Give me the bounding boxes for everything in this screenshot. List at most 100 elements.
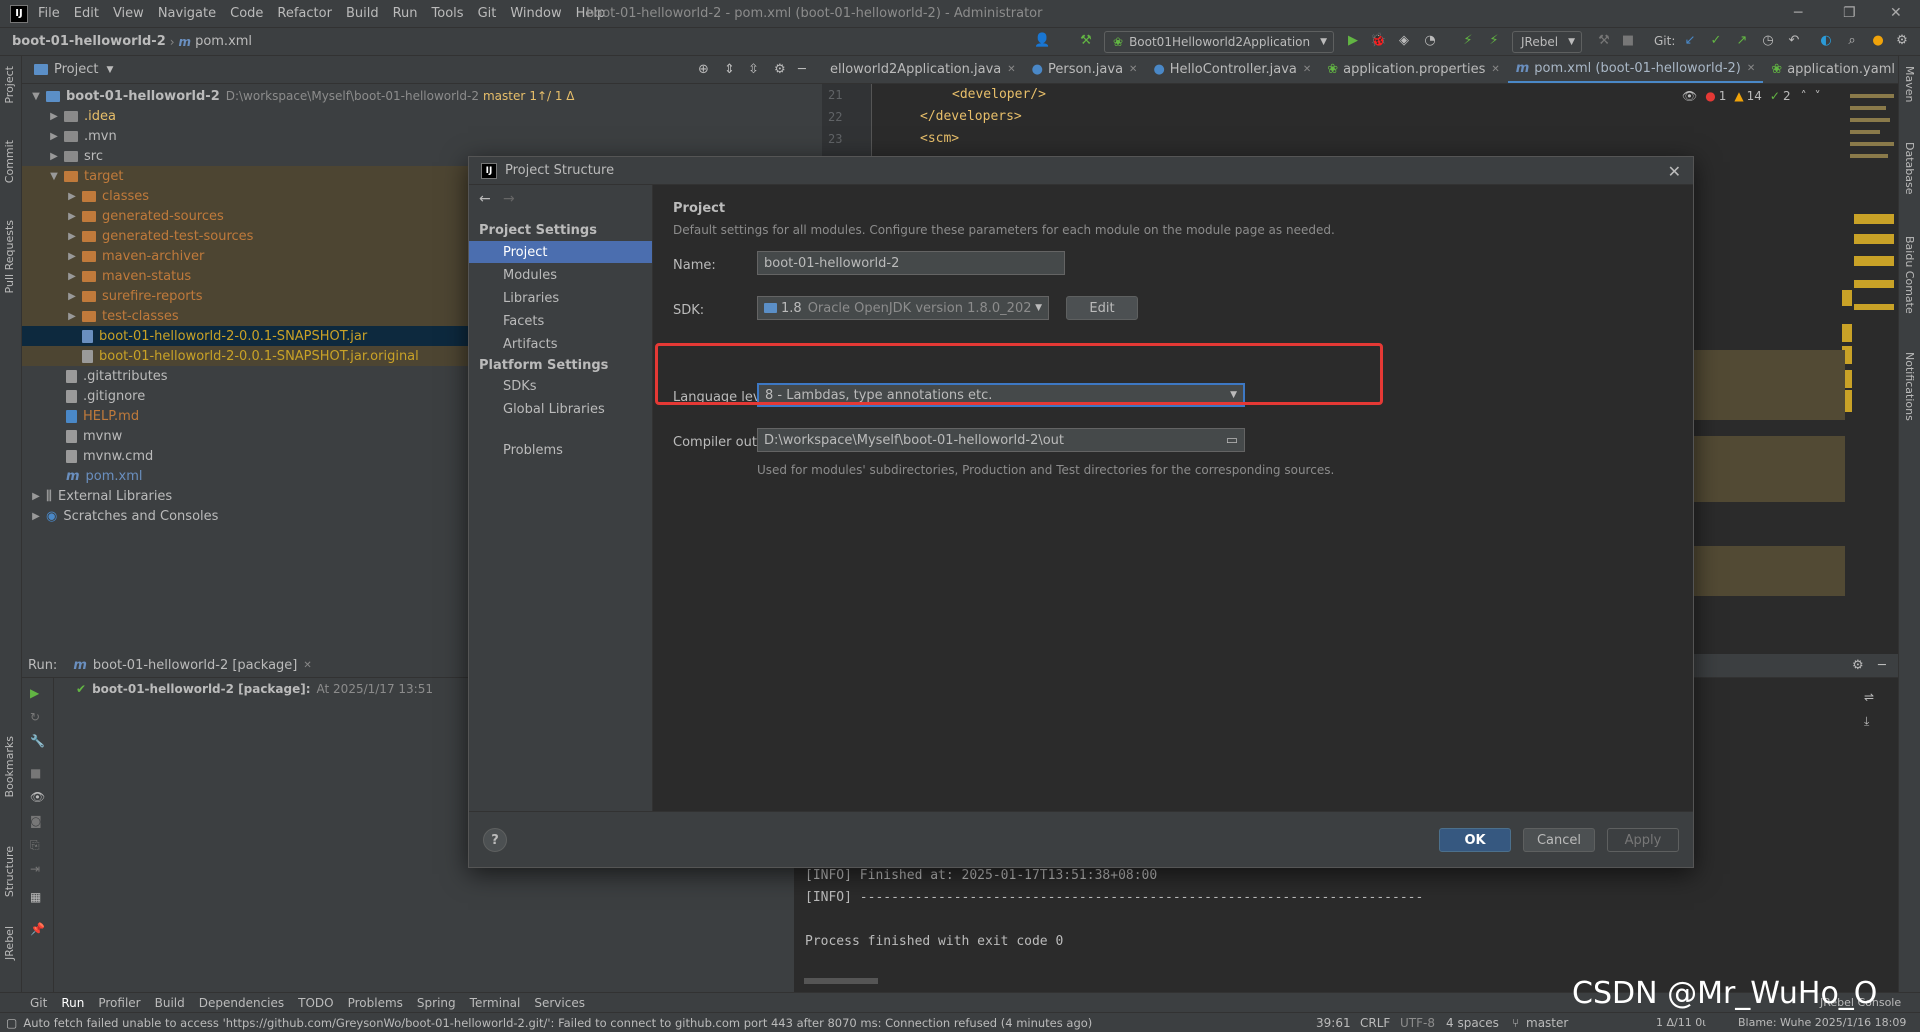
tree-root[interactable]: ▼ boot-01-helloworld-2 D:\workspace\Myse… [22, 86, 822, 106]
menu-edit[interactable]: Edit [74, 6, 99, 21]
tool-tab-jrebel[interactable]: JRebel [3, 926, 16, 960]
project-panel-title[interactable]: Project [54, 62, 98, 77]
hide-panel-icon[interactable]: ─ [798, 62, 806, 77]
tool-dependencies[interactable]: Dependencies [199, 996, 284, 1010]
ok-button[interactable]: OK [1439, 828, 1511, 852]
sdk-select[interactable]: 1.8 Oracle OpenJDK version 1.8.0_202 ▼ [757, 296, 1049, 320]
gear-icon[interactable]: ⚙ [1852, 658, 1864, 673]
restart-icon[interactable]: ↻ [30, 710, 40, 724]
previous-highlight-icon[interactable]: ˄ [1801, 89, 1807, 103]
run-tab[interactable]: boot-01-helloworld-2 [package] [93, 658, 298, 673]
code-line[interactable]: </developers> [920, 109, 1022, 124]
jrebel-debug-icon[interactable]: ⚡ [1486, 33, 1502, 49]
tool-tab-commit[interactable]: Commit [3, 140, 16, 183]
nav-item-libraries[interactable]: Libraries [469, 287, 652, 309]
editor-tab-person-java[interactable]: ● Person.java ✕ [1024, 56, 1146, 83]
menu-tools[interactable]: Tools [432, 6, 464, 21]
code-line[interactable]: <scm> [920, 131, 959, 146]
user-icon[interactable]: 👤 [1034, 33, 1050, 49]
menu-git[interactable]: Git [478, 6, 497, 21]
close-tab-icon[interactable]: ✕ [1007, 64, 1015, 75]
debug-icon[interactable]: 🐞 [1370, 33, 1386, 49]
close-tab-icon[interactable]: ✕ [1491, 64, 1499, 75]
editor-scroll-map[interactable] [1842, 84, 1898, 654]
compiler-output-input[interactable]: D:\workspace\Myself\boot-01-helloworld-2… [757, 428, 1245, 452]
editor-tab-application-java[interactable]: elloworld2Application.java ✕ [822, 56, 1024, 83]
tool-problems[interactable]: Problems [348, 996, 403, 1010]
caret-position[interactable]: 39:61 [1316, 1016, 1351, 1030]
exit-icon[interactable]: ⇥ [30, 862, 40, 876]
tool-spring[interactable]: Spring [417, 996, 456, 1010]
hammer-disabled-icon[interactable]: ⚒ [1596, 33, 1612, 49]
tool-tab-structure[interactable]: Structure [3, 846, 16, 897]
breadcrumb-project[interactable]: boot-01-helloworld-2 [12, 34, 166, 49]
scroll-to-end-icon[interactable]: ⤓ [1864, 714, 1869, 729]
stop-icon[interactable]: ■ [30, 766, 41, 780]
run-configuration-select[interactable]: ❀ Boot01Helloworld2Application ▼ [1104, 31, 1334, 53]
tool-tab-project[interactable]: Project [3, 66, 16, 104]
locate-icon[interactable]: ⊕ [698, 62, 709, 77]
git-update-icon[interactable]: ↙ [1682, 33, 1698, 49]
tool-todo[interactable]: TODO [298, 996, 333, 1010]
collapse-all-icon[interactable]: ⇳ [748, 62, 759, 77]
gear-icon[interactable]: ⚙ [774, 62, 786, 77]
close-tab-icon[interactable]: ✕ [1129, 64, 1137, 75]
comate-icon[interactable]: ◐ [1818, 33, 1834, 49]
git-commit-icon[interactable]: ✓ [1708, 33, 1724, 49]
dump-icon[interactable]: ⎘ [30, 838, 40, 853]
git-push-icon[interactable]: ↗ [1734, 33, 1750, 49]
git-branch[interactable]: master [1526, 1016, 1568, 1030]
tool-tab-database[interactable]: Database [1903, 142, 1916, 195]
soft-wrap-icon[interactable]: ⇌ [1864, 690, 1874, 704]
jrebel-run-icon[interactable]: ⚡ [1460, 33, 1476, 49]
status-message[interactable]: Auto fetch failed unable to access 'http… [23, 1016, 1092, 1030]
browse-folder-icon[interactable]: ▭ [1226, 433, 1238, 448]
jrebel-select[interactable]: JRebel ▼ [1512, 31, 1582, 53]
console-scrollbar[interactable] [804, 978, 878, 984]
code-line[interactable]: <developer/> [952, 87, 1046, 102]
menu-navigate[interactable]: Navigate [158, 6, 216, 21]
layout-icon[interactable]: ▦ [30, 890, 41, 904]
tree-item-mvn[interactable]: ▶ .mvn [22, 126, 822, 146]
camera-icon[interactable]: ◙ [30, 814, 42, 828]
inspection-widget[interactable]: 👁 ● 1 ▲ 14 ✓ 2 ˄ ˅ [1682, 89, 1821, 103]
run-icon[interactable]: ▶ [1345, 33, 1361, 49]
profile-icon[interactable]: ◔ [1422, 33, 1438, 49]
help-button[interactable]: ? [483, 828, 507, 852]
editor-tab-application-yaml[interactable]: ❀ application.yaml [1763, 56, 1898, 83]
close-tab-icon[interactable]: ✕ [1747, 63, 1755, 74]
editor-tab-hello-controller[interactable]: ● HelloController.java ✕ [1145, 56, 1319, 83]
nav-item-project[interactable]: Project [469, 241, 652, 263]
rerun-icon[interactable]: ▶ [30, 686, 39, 700]
apply-button[interactable]: Apply [1607, 828, 1679, 852]
tool-tab-maven[interactable]: Maven [1903, 66, 1916, 102]
close-tab-icon[interactable]: ✕ [1303, 64, 1311, 75]
minimize-icon[interactable]: ─ [1794, 5, 1802, 21]
nav-item-facets[interactable]: Facets [469, 310, 652, 332]
status-toggle-icon[interactable]: ▢ [6, 1016, 17, 1030]
menu-view[interactable]: View [113, 6, 144, 21]
editor-tab-pom-xml[interactable]: m pom.xml (boot-01-helloworld-2) ✕ [1507, 56, 1764, 83]
line-separator[interactable]: CRLF [1360, 1016, 1390, 1030]
expand-all-icon[interactable]: ⇕ [724, 62, 735, 77]
tool-services[interactable]: Services [534, 996, 585, 1010]
history-icon[interactable]: ◷ [1760, 33, 1776, 49]
nav-item-modules[interactable]: Modules [469, 264, 652, 286]
blame[interactable]: Blame: Wuhe 2025/1/16 18:09 [1738, 1016, 1906, 1029]
tool-tab-bookmarks[interactable]: Bookmarks [3, 736, 16, 797]
coverage-icon[interactable]: ◈ [1396, 33, 1412, 49]
sdk-edit-button[interactable]: Edit [1066, 296, 1138, 320]
menu-file[interactable]: File [38, 6, 60, 21]
close-window-icon[interactable]: ✕ [1890, 5, 1902, 21]
build-hammer-icon[interactable]: ⚒ [1078, 33, 1094, 49]
cancel-button[interactable]: Cancel [1523, 828, 1595, 852]
tree-item-idea[interactable]: ▶ .idea [22, 106, 822, 126]
update-icon[interactable]: ● [1870, 33, 1886, 49]
nav-item-problems[interactable]: Problems [469, 439, 652, 461]
hide-panel-icon[interactable]: ─ [1878, 658, 1886, 673]
menu-code[interactable]: Code [230, 6, 263, 21]
name-input[interactable]: boot-01-helloworld-2 [757, 251, 1065, 275]
settings-icon[interactable]: ⚙ [1894, 33, 1910, 49]
search-icon[interactable]: ⌕ [1844, 33, 1860, 49]
close-tab-icon[interactable]: ✕ [303, 660, 311, 671]
